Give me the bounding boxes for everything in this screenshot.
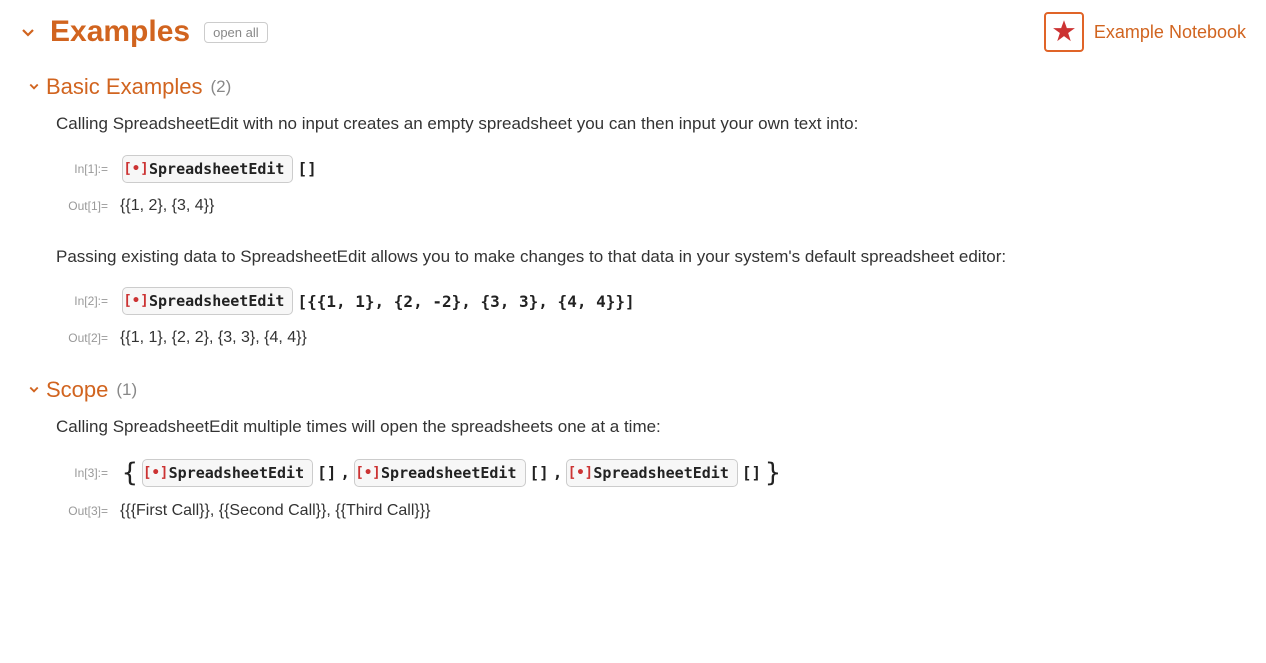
resource-fn-name: SpreadsheetEdit [169,464,304,482]
comma: , [338,463,352,482]
code-args: [] [740,463,763,482]
resource-fn-name: SpreadsheetEdit [593,464,728,482]
basic-paragraph-1: Calling SpreadsheetEdit with no input cr… [56,112,1246,137]
resource-fn-icon: [•] [129,294,143,308]
resource-function-chip[interactable]: [•] SpreadsheetEdit [142,459,313,487]
section-basic-examples[interactable]: Basic Examples (2) [28,74,1246,100]
in-label: In[3]:= [56,466,108,480]
input-code-1[interactable]: [•] SpreadsheetEdit [] [120,155,319,183]
resource-fn-name: SpreadsheetEdit [149,292,284,310]
input-row-3: In[3]:= { [•] SpreadsheetEdit [] , [•] S… [56,458,1246,488]
code-args: [] [295,159,318,178]
output-code-3: {{{First Call}}, {{Second Call}}, {{Thir… [120,502,430,520]
chevron-down-icon [20,24,40,40]
out-label: Out[3]= [56,504,108,518]
resource-function-chip[interactable]: [•] SpreadsheetEdit [122,155,293,183]
resource-function-chip[interactable]: [•] SpreadsheetEdit [566,459,737,487]
resource-function-chip[interactable]: [•] SpreadsheetEdit [122,287,293,315]
input-code-3[interactable]: { [•] SpreadsheetEdit [] , [•] Spreadshe… [120,458,783,488]
scope-paragraph-1: Calling SpreadsheetEdit multiple times w… [56,415,1246,440]
open-all-button[interactable]: open all [204,22,268,43]
basic-paragraph-2: Passing existing data to SpreadsheetEdit… [56,245,1246,270]
resource-fn-icon: [•] [361,466,375,480]
code-args: [{{1, 1}, {2, -2}, {3, 3}, {4, 4}}] [295,292,636,311]
chevron-down-icon [28,80,40,95]
examples-header[interactable]: Examples open all [20,15,268,49]
comma: , [551,463,565,482]
resource-fn-name: SpreadsheetEdit [149,160,284,178]
in-label: In[1]:= [56,162,108,176]
out-label: Out[1]= [56,199,108,213]
example-notebook-link[interactable]: Example Notebook [1044,12,1246,52]
page-title: Examples [50,15,190,49]
resource-fn-icon: [•] [149,466,163,480]
section-scope[interactable]: Scope (1) [28,377,1246,403]
chevron-down-icon [28,383,40,398]
section-title: Basic Examples [46,74,203,100]
top-row: Examples open all Example Notebook [20,12,1246,52]
section-title: Scope [46,377,108,403]
resource-fn-name: SpreadsheetEdit [381,464,516,482]
output-code-2: {{1, 1}, {2, 2}, {3, 3}, {4, 4}} [120,329,307,347]
section-count: (1) [116,380,137,400]
output-code-1: {{1, 2}, {3, 4}} [120,197,214,215]
output-row-2: Out[2]= {{1, 1}, {2, 2}, {3, 3}, {4, 4}} [56,329,1246,347]
resource-fn-icon: [•] [129,162,143,176]
out-label: Out[2]= [56,331,108,345]
output-row-3: Out[3]= {{{First Call}}, {{Second Call}}… [56,502,1246,520]
close-brace: } [763,458,783,488]
input-code-2[interactable]: [•] SpreadsheetEdit [{{1, 1}, {2, -2}, {… [120,287,637,315]
open-brace: { [120,458,140,488]
section-count: (2) [211,77,232,97]
example-notebook-label: Example Notebook [1094,22,1246,43]
in-label: In[2]:= [56,294,108,308]
resource-fn-icon: [•] [573,466,587,480]
code-args: [] [315,463,338,482]
input-row-2: In[2]:= [•] SpreadsheetEdit [{{1, 1}, {2… [56,287,1246,315]
output-row-1: Out[1]= {{1, 2}, {3, 4}} [56,197,1246,215]
wolfram-notebook-icon [1044,12,1084,52]
resource-function-chip[interactable]: [•] SpreadsheetEdit [354,459,525,487]
code-args: [] [528,463,551,482]
input-row-1: In[1]:= [•] SpreadsheetEdit [] [56,155,1246,183]
